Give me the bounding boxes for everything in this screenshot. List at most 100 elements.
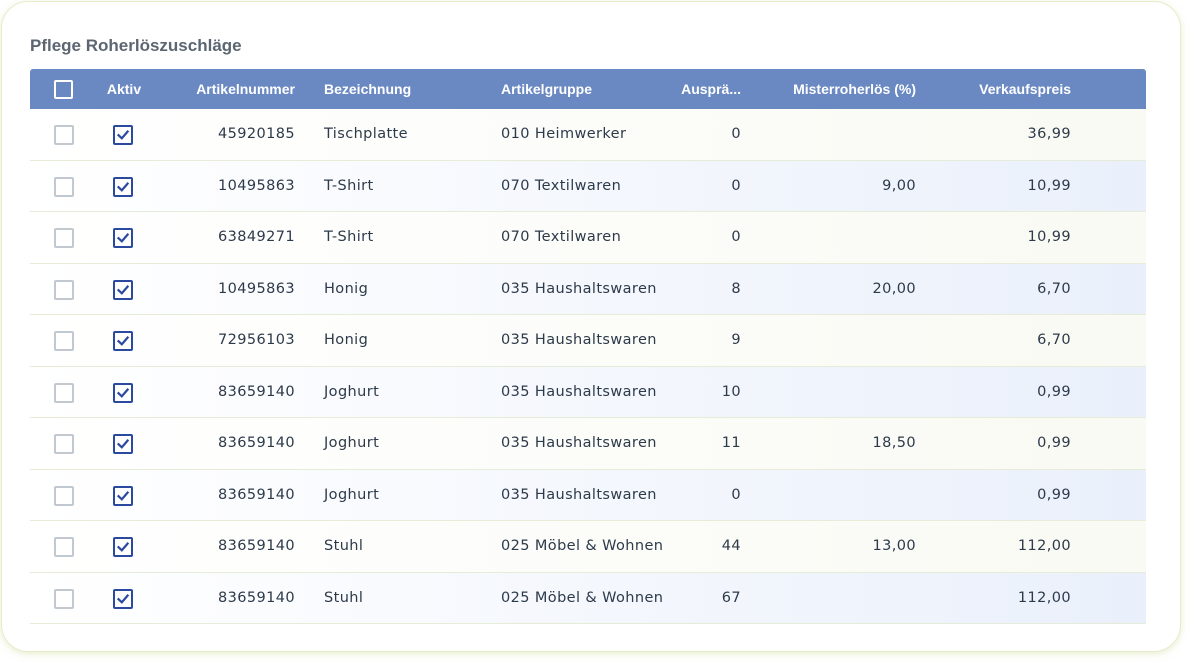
- table-row[interactable]: 83659140 Stuhl 025 Möbel & Wohnen 67 112,00: [30, 572, 1146, 624]
- cell-verkaufspreis: 10,99: [1027, 229, 1071, 245]
- cell-misterroherloes[interactable]: [770, 573, 916, 624]
- cell-bezeichnung: Honig: [324, 280, 369, 297]
- cell-artikelnummer: 45920185: [217, 126, 295, 142]
- aktiv-checkbox[interactable]: [113, 537, 133, 557]
- cell-auspraegung: 44: [721, 538, 741, 554]
- cell-bezeichnung: Joghurt: [324, 435, 380, 451]
- cell-misterroherloes[interactable]: [770, 470, 916, 521]
- cell-verkaufspreis: 6,70: [1037, 332, 1071, 348]
- row-select-checkbox[interactable]: [54, 176, 74, 197]
- column-header-artikelgruppe[interactable]: Artikelgruppe: [501, 69, 671, 109]
- cell-bezeichnung: Honig: [324, 332, 369, 348]
- cell-auspraegung: 0: [731, 177, 741, 194]
- cell-auspraegung: 67: [721, 589, 741, 606]
- cell-verkaufspreis: 6,70: [1037, 280, 1071, 297]
- cell-artikelgruppe: 010 Heimwerker: [501, 126, 627, 142]
- cell-artikelgruppe: 025 Möbel & Wohnen: [501, 538, 664, 554]
- table-row[interactable]: 83659140 Joghurt 035 Haushaltswaren 0 0,99: [30, 469, 1146, 521]
- cell-verkaufspreis: 10,99: [1027, 177, 1071, 194]
- cell-verkaufspreis: 112,00: [1017, 589, 1071, 606]
- cell-artikelnummer: 83659140: [217, 589, 295, 606]
- cell-verkaufspreis: 36,99: [1027, 126, 1071, 142]
- table-header: Aktiv Artikelnummer Bezeichnung Artikelg…: [30, 69, 1146, 109]
- cell-artikelgruppe: 035 Haushaltswaren: [501, 280, 657, 297]
- cell-misterroherloes[interactable]: [770, 367, 916, 418]
- aktiv-checkbox[interactable]: [113, 228, 133, 248]
- cell-bezeichnung: Joghurt: [324, 486, 380, 503]
- aktiv-checkbox[interactable]: [113, 434, 133, 454]
- cell-misterroherloes[interactable]: 13,00: [770, 521, 916, 572]
- cell-artikelnummer: 10495863: [217, 280, 295, 297]
- aktiv-checkbox[interactable]: [113, 279, 133, 300]
- row-select-checkbox[interactable]: [54, 331, 74, 351]
- row-select-checkbox[interactable]: [54, 537, 74, 557]
- aktiv-checkbox[interactable]: [113, 331, 133, 351]
- cell-auspraegung: 8: [731, 280, 741, 297]
- column-header-auspraegung[interactable]: Ausprä...: [670, 69, 741, 109]
- cell-auspraegung: 10: [721, 383, 741, 400]
- row-select-checkbox[interactable]: [54, 588, 74, 609]
- table-row[interactable]: 83659140 Stuhl 025 Möbel & Wohnen 44 13,00 11…: [30, 521, 1146, 573]
- cell-misterroherloes[interactable]: 18,50: [770, 418, 916, 469]
- cell-auspraegung: 0: [731, 126, 741, 142]
- cell-artikelnummer: 83659140: [217, 435, 295, 451]
- row-select-checkbox[interactable]: [54, 125, 74, 145]
- cell-artikelgruppe: 035 Haushaltswaren: [501, 383, 657, 400]
- cell-artikelgruppe: 025 Möbel & Wohnen: [501, 589, 664, 606]
- cell-artikelgruppe: 035 Haushaltswaren: [501, 435, 657, 451]
- column-header-artikelnummer[interactable]: Artikelnummer: [160, 69, 295, 109]
- aktiv-checkbox[interactable]: [113, 588, 133, 609]
- cell-bezeichnung: T-Shirt: [324, 229, 374, 245]
- cell-artikelnummer: 83659140: [217, 486, 295, 503]
- cell-artikelnummer: 83659140: [217, 383, 295, 400]
- row-select-checkbox[interactable]: [54, 434, 74, 454]
- table-row[interactable]: 10495863 Honig 035 Haushaltswaren 8 20,00 6,7…: [30, 263, 1146, 315]
- cell-auspraegung: 0: [731, 229, 741, 245]
- cell-artikelnummer: 83659140: [217, 538, 295, 554]
- table-row[interactable]: 83659140 Joghurt 035 Haushaltswaren 10 0,99: [30, 366, 1146, 418]
- aktiv-checkbox[interactable]: [113, 382, 133, 403]
- column-header-aktiv[interactable]: Aktiv: [102, 69, 146, 109]
- cell-misterroherloes[interactable]: [770, 109, 916, 160]
- cell-bezeichnung: Stuhl: [324, 589, 364, 606]
- cell-auspraegung: 9: [731, 332, 741, 348]
- cell-verkaufspreis: 0,99: [1037, 486, 1071, 503]
- data-table: Aktiv Artikelnummer Bezeichnung Artikelg…: [30, 69, 1146, 624]
- cell-artikelgruppe: 070 Textilwaren: [501, 229, 622, 245]
- table-row[interactable]: 63849271 T-Shirt 070 Textilwaren 0 10,99: [30, 212, 1146, 264]
- cell-artikelgruppe: 035 Haushaltswaren: [501, 486, 657, 503]
- cell-auspraegung: 11: [721, 435, 741, 451]
- cell-bezeichnung: T-Shirt: [324, 177, 374, 194]
- card: Pflege Roherlöszuschläge Aktiv Artikelnu…: [2, 2, 1180, 651]
- column-header-verkaufspreis[interactable]: Verkaufspreis: [930, 69, 1071, 109]
- row-select-checkbox[interactable]: [54, 485, 74, 506]
- column-header-misterroherloes[interactable]: Misterroherlös (%): [770, 69, 916, 109]
- table-row[interactable]: 45920185 Tischplatte 010 Heimwerker 0 36,99: [30, 109, 1146, 161]
- cell-bezeichnung: Tischplatte: [324, 126, 408, 142]
- aktiv-checkbox[interactable]: [113, 485, 133, 506]
- aktiv-checkbox[interactable]: [113, 125, 133, 145]
- cell-verkaufspreis: 0,99: [1037, 383, 1071, 400]
- cell-artikelnummer: 63849271: [217, 229, 295, 245]
- cell-artikelgruppe: 070 Textilwaren: [501, 177, 622, 194]
- cell-misterroherloes[interactable]: [770, 212, 916, 263]
- row-select-checkbox[interactable]: [54, 382, 74, 403]
- cell-misterroherloes[interactable]: [770, 315, 916, 366]
- row-select-checkbox[interactable]: [54, 228, 74, 248]
- table-row[interactable]: 10495863 T-Shirt 070 Textilwaren 0 9,00 10,99: [30, 160, 1146, 212]
- cell-misterroherloes[interactable]: 9,00: [770, 161, 916, 212]
- table-row[interactable]: 83659140 Joghurt 035 Haushaltswaren 11 18,50…: [30, 418, 1146, 470]
- cell-verkaufspreis: 112,00: [1017, 538, 1071, 554]
- cell-verkaufspreis: 0,99: [1037, 435, 1071, 451]
- select-all-checkbox[interactable]: [54, 80, 73, 99]
- cell-bezeichnung: Stuhl: [324, 538, 364, 554]
- table-row[interactable]: 72956103 Honig 035 Haushaltswaren 9 6,70: [30, 315, 1146, 367]
- row-select-checkbox[interactable]: [54, 279, 74, 300]
- cell-bezeichnung: Joghurt: [324, 383, 380, 400]
- aktiv-checkbox[interactable]: [113, 176, 133, 197]
- cell-misterroherloes[interactable]: 20,00: [770, 264, 916, 315]
- cell-artikelgruppe: 035 Haushaltswaren: [501, 332, 657, 348]
- column-header-bezeichnung[interactable]: Bezeichnung: [324, 69, 484, 109]
- cell-artikelnummer: 10495863: [217, 177, 295, 194]
- table-body: 45920185 Tischplatte 010 Heimwerker 0 36,99 1…: [30, 109, 1146, 624]
